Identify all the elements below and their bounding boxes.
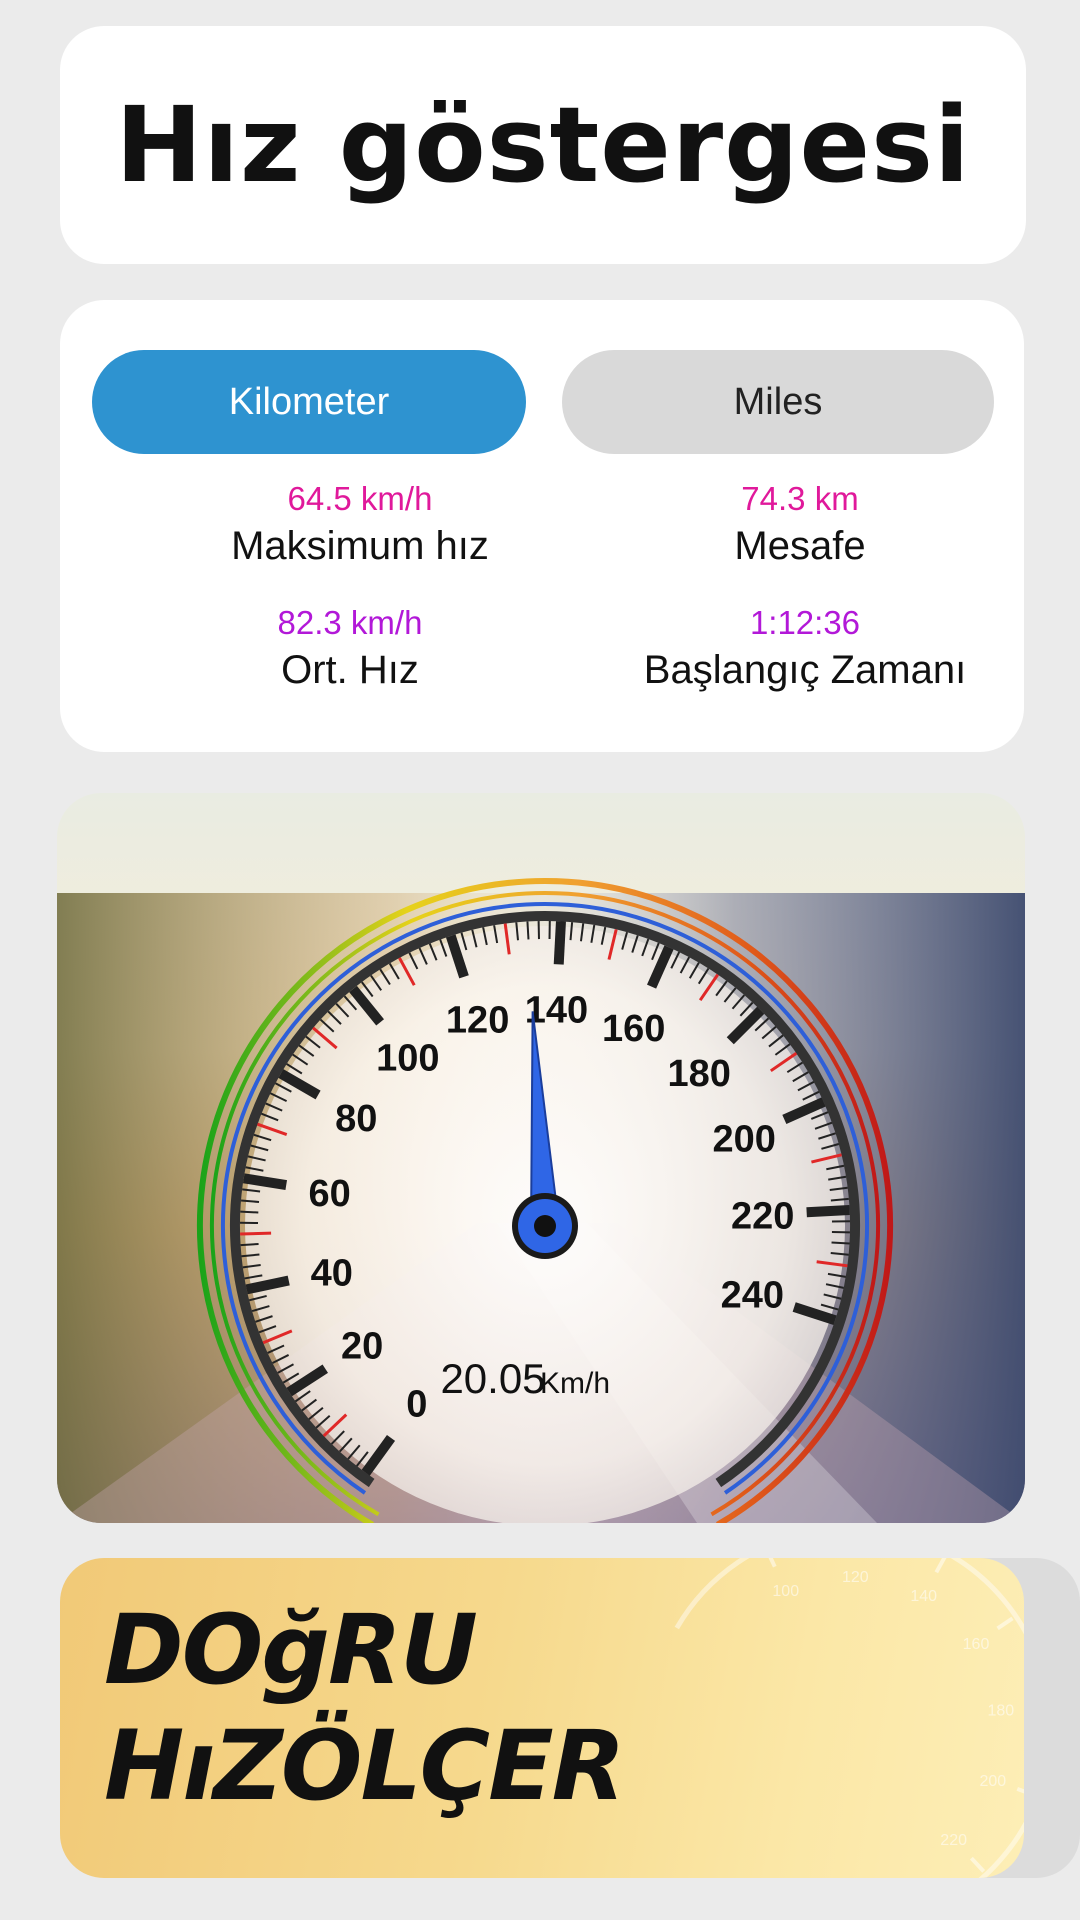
tick-label-100: 100	[376, 1038, 439, 1080]
watermark-label-100: 100	[772, 1583, 799, 1600]
title-card: Hız göstergesi	[60, 26, 1026, 264]
minor-tick	[240, 1243, 259, 1247]
start-time-stat: 1:12:36 Başlangıç Zamanı	[560, 604, 1050, 693]
max-speed-label: Maksimum hız	[231, 524, 489, 568]
kilometer-button[interactable]: Kilometer	[92, 350, 526, 454]
tick-label-80: 80	[335, 1098, 377, 1140]
tick-label-160: 160	[602, 1008, 665, 1050]
tick-label-60: 60	[309, 1173, 351, 1215]
speed-readout-value: 20.05	[440, 1355, 545, 1402]
accurate-speedometer-banner[interactable]: DOğRU HıZÖLÇER 100 120 140 160 180 200 220	[60, 1558, 1024, 1878]
watermark-tick	[934, 1558, 947, 1574]
tick-label-200: 200	[712, 1118, 775, 1160]
minor-tick	[831, 1241, 850, 1245]
start-time-label: Başlangıç Zamanı	[643, 648, 967, 692]
speedometer-card: 0 20 40 60 80 100 120 140 160 180 200 220 240 20.05 Km…	[57, 793, 1025, 1523]
tick-label-40: 40	[311, 1252, 353, 1294]
watermark-tick	[1016, 1787, 1024, 1794]
mid-tick	[240, 1231, 272, 1236]
avg-speed-value: 82.3 km/h	[277, 604, 423, 641]
avg-speed-stat: 82.3 km/h Ort. Hız	[110, 604, 590, 693]
minor-tick	[240, 1210, 259, 1214]
watermark-label-180: 180	[988, 1702, 1015, 1719]
tick-label-20: 20	[341, 1326, 383, 1368]
tick-label-240: 240	[721, 1274, 784, 1316]
watermark-tick	[768, 1558, 777, 1568]
max-speed-value: 64.5 km/h	[287, 480, 433, 517]
miles-button[interactable]: Miles	[562, 350, 994, 454]
watermark-label-220: 220	[940, 1832, 967, 1849]
distance-stat: 74.3 km Mesafe	[560, 480, 1040, 569]
start-time-value: 1:12:36	[749, 604, 861, 641]
banner-gauge-watermark-icon: 100 120 140 160 180 200 220	[674, 1558, 1024, 1878]
tick-label-180: 180	[667, 1053, 730, 1095]
speedometer: 020406080100120 140 16018020022024020.05Km…	[57, 793, 1025, 1523]
major-tick	[806, 1205, 850, 1218]
needle-hub-center	[534, 1215, 556, 1237]
watermark-label-200: 200	[979, 1773, 1006, 1790]
distance-value: 74.3 km	[741, 480, 859, 517]
tick-label-220: 220	[731, 1196, 794, 1238]
avg-speed-label: Ort. Hız	[281, 648, 419, 692]
tick-label-120: 120	[446, 1000, 509, 1042]
tick-label-0: 0	[406, 1383, 427, 1425]
minor-tick	[526, 921, 530, 940]
max-speed-stat: 64.5 km/h Maksimum hız	[120, 480, 600, 569]
watermark-label-120: 120	[842, 1569, 869, 1586]
watermark-tick	[996, 1616, 1014, 1631]
major-tick	[242, 1173, 288, 1190]
watermark-label-160: 160	[963, 1636, 990, 1653]
watermark-tick	[969, 1856, 986, 1873]
speed-readout-unit: Km/h	[540, 1367, 610, 1400]
page-title: Hız göstergesi	[115, 84, 971, 206]
watermark-arc	[674, 1558, 1024, 1878]
watermark-label-140: 140	[910, 1588, 937, 1605]
distance-label: Mesafe	[734, 524, 866, 568]
major-tick	[553, 921, 566, 965]
stats-card: Kilometer Miles 64.5 km/h Maksimum hız 7…	[60, 300, 1024, 752]
